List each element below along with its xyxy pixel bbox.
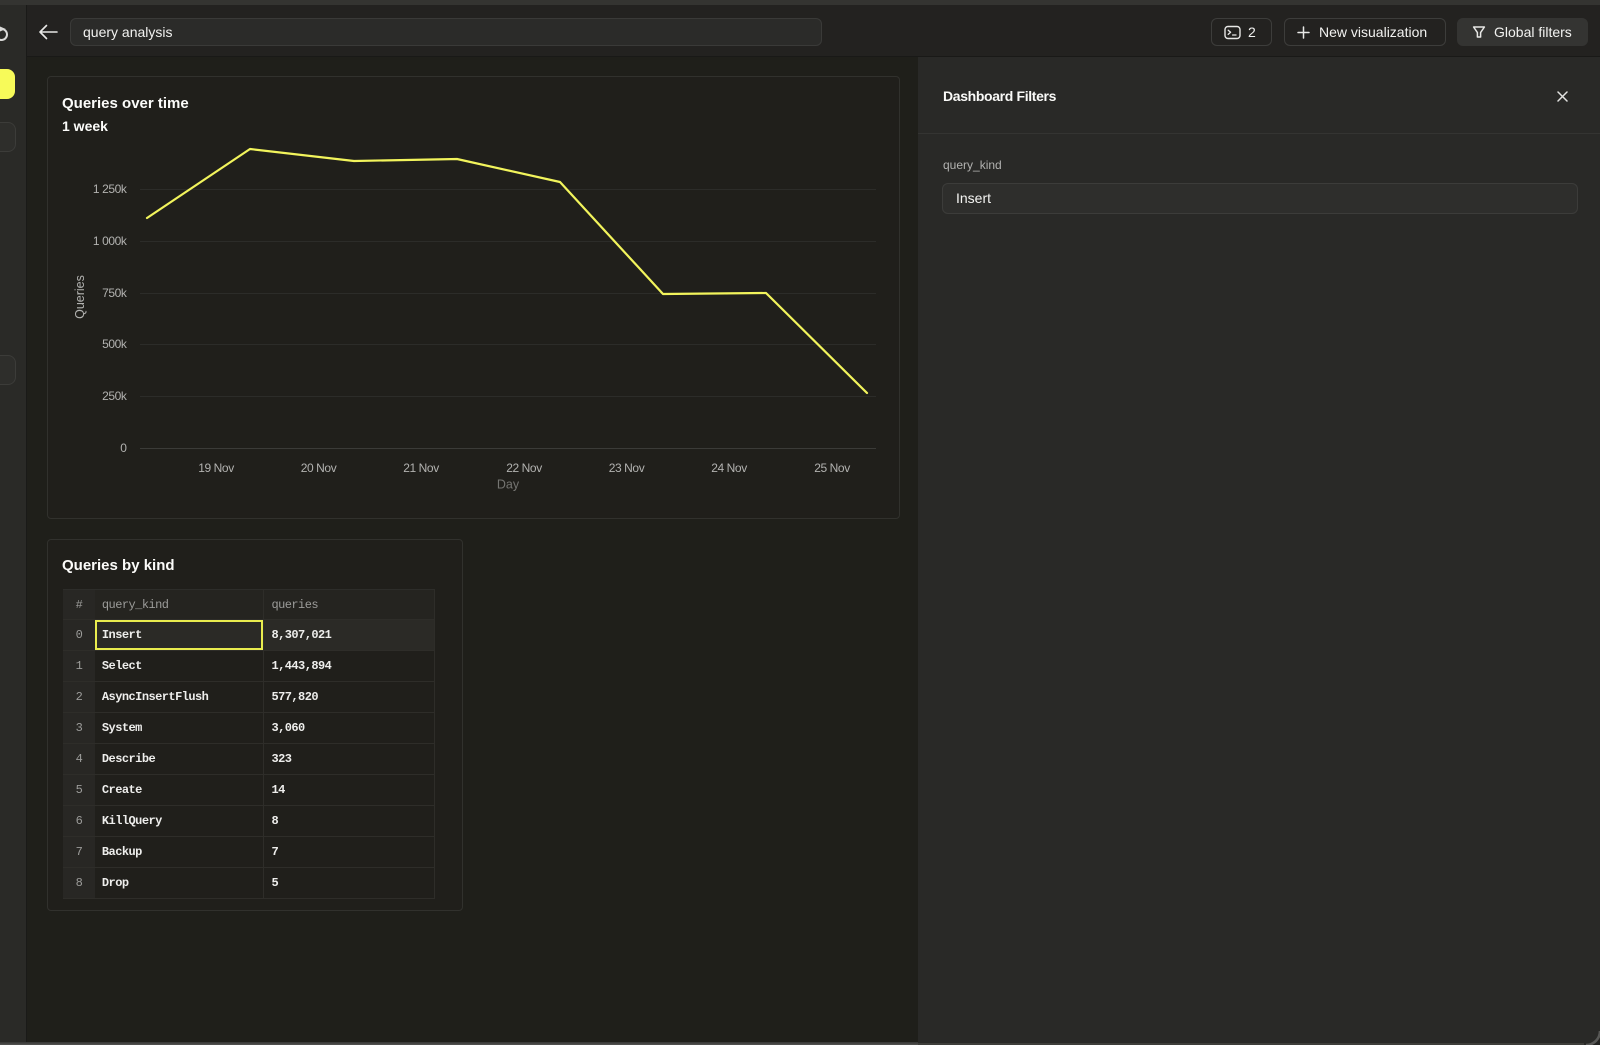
svg-text:23 Nov: 23 Nov [609, 461, 645, 475]
svg-text:21 Nov: 21 Nov [403, 461, 439, 475]
svg-text:250k: 250k [102, 389, 128, 403]
svg-text:Day: Day [497, 478, 520, 492]
svg-text:0: 0 [120, 441, 127, 455]
svg-text:500k: 500k [102, 337, 128, 351]
svg-text:19 Nov: 19 Nov [198, 461, 234, 475]
svg-text:22 Nov: 22 Nov [506, 461, 542, 475]
svg-text:25 Nov: 25 Nov [814, 461, 850, 475]
svg-text:Queries: Queries [73, 275, 87, 319]
svg-text:24 Nov: 24 Nov [711, 461, 747, 475]
svg-text:20 Nov: 20 Nov [301, 461, 337, 475]
svg-text:1 000k: 1 000k [93, 234, 128, 248]
svg-text:750k: 750k [102, 286, 128, 300]
svg-text:1 250k: 1 250k [93, 182, 128, 196]
